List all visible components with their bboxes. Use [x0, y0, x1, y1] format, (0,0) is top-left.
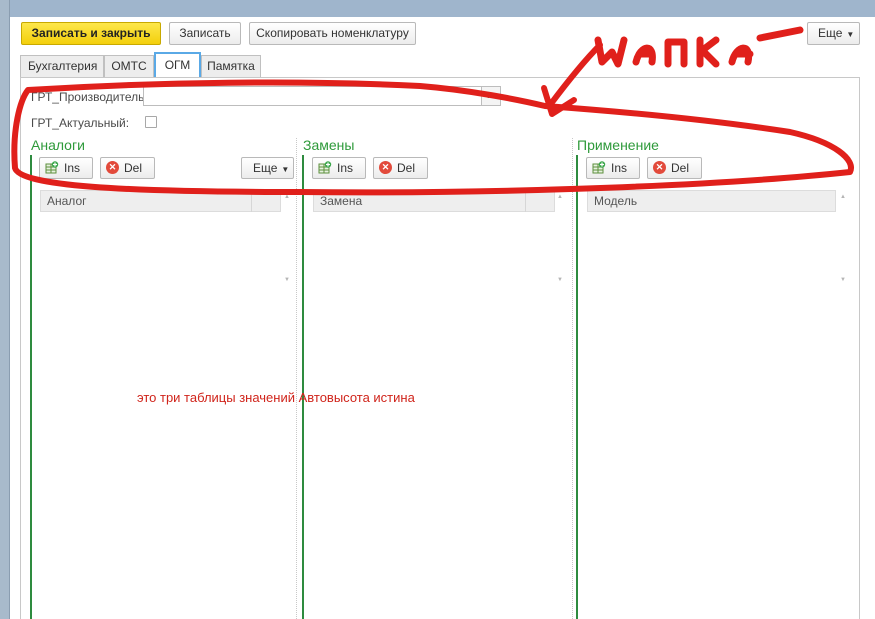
red-arrow-shaft — [547, 42, 603, 108]
handwritten-word-scribble — [594, 26, 804, 68]
handwritten-annotation — [11, 26, 854, 196]
red-oval-scribble — [11, 79, 854, 196]
